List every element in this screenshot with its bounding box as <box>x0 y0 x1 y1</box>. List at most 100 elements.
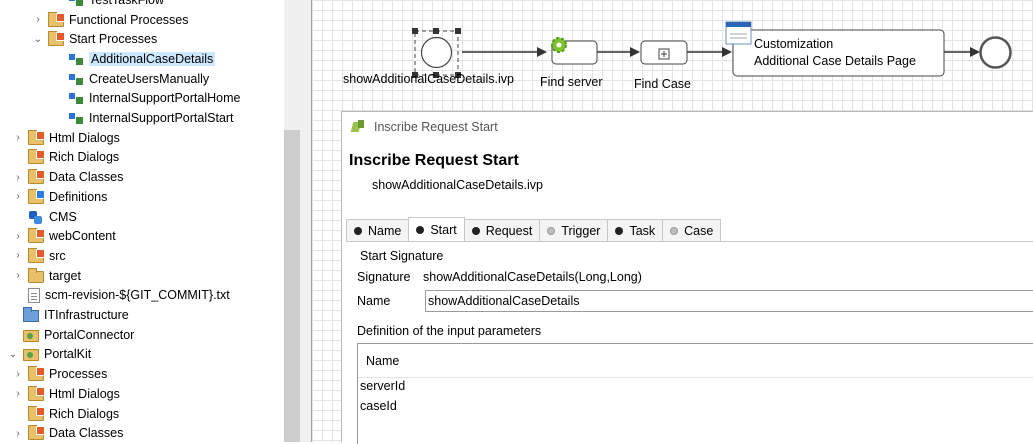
tree-item-label: Html Dialogs <box>49 386 120 401</box>
name-label: Name <box>357 294 391 308</box>
dialog-tabs: Name Start Request Trigger Task Case <box>346 217 722 241</box>
expand-chevron-icon[interactable]: ⌄ <box>7 348 19 360</box>
tab-request[interactable]: Request <box>463 219 541 241</box>
folder-icon <box>28 267 44 283</box>
tab-trigger[interactable]: Trigger <box>539 219 609 241</box>
tree-item[interactable]: › Functional Processes <box>32 10 189 30</box>
folder-icon <box>28 149 45 165</box>
table-row[interactable]: caseId <box>360 399 397 413</box>
tab-label: Name <box>368 223 402 238</box>
tree-item-label: webContent <box>49 229 116 244</box>
folder-icon <box>28 247 45 263</box>
expand-chevron-icon[interactable]: › <box>12 427 24 439</box>
tree-item[interactable]: ⌄ Start Processes <box>32 29 157 49</box>
expand-chevron-icon[interactable]: › <box>32 14 44 26</box>
name-input[interactable] <box>425 290 1033 312</box>
tree-item-label: target <box>49 268 81 283</box>
tab-case[interactable]: Case <box>662 219 722 241</box>
tree-item-label: scm-revision-${GIT_COMMIT}.txt <box>45 288 230 303</box>
start-event[interactable] <box>420 36 453 69</box>
folder-icon <box>28 228 45 244</box>
tree-item[interactable]: › Data Classes <box>12 167 123 187</box>
tab-start[interactable]: Start <box>408 217 465 241</box>
tree-item[interactable]: › target <box>12 266 81 286</box>
tree-item[interactable]: Rich Dialogs <box>12 148 119 168</box>
expand-chevron-icon[interactable]: › <box>12 191 24 203</box>
table-row[interactable]: serverId <box>360 379 405 393</box>
tree-scrollbar[interactable] <box>284 0 300 442</box>
tree-item[interactable]: AdditionalCaseDetails <box>52 49 216 69</box>
tree-item[interactable]: InternalSupportPortalHome <box>52 89 240 109</box>
tree-item-label: TestTaskFlow <box>89 0 164 7</box>
tree-item[interactable]: CMS <box>12 207 77 227</box>
expand-chevron-icon[interactable]: ⌄ <box>32 33 44 45</box>
html-page-icon-bar <box>726 22 751 27</box>
tree-item[interactable]: TestTaskFlow <box>52 0 164 10</box>
tree-item-label: Data Classes <box>49 426 124 441</box>
tree-item-label: InternalSupportPortalHome <box>89 91 241 106</box>
tree-item[interactable]: › src <box>12 246 66 266</box>
tree-item[interactable]: › webContent <box>12 226 116 246</box>
tree-scrollbar-thumb[interactable] <box>284 130 300 442</box>
expand-chevron-icon[interactable]: › <box>12 132 24 144</box>
tree-item-label: PortalKit <box>44 347 92 362</box>
expand-chevron-icon[interactable]: › <box>12 368 24 380</box>
expand-chevron-icon[interactable]: › <box>12 250 24 262</box>
expand-chevron-icon[interactable]: › <box>12 270 24 282</box>
flow-arrowhead <box>537 47 547 57</box>
tree-item-label: src <box>49 248 66 263</box>
dialog-titlebar[interactable]: Inscribe Request Start <box>342 112 1033 142</box>
tree-item[interactable]: › Definitions <box>12 187 107 207</box>
tab-status-dot-icon <box>615 226 624 235</box>
folder-icon <box>48 11 65 27</box>
folder-icon <box>28 188 45 204</box>
folder-icon <box>28 425 45 441</box>
tree-item[interactable]: › Html Dialogs <box>12 128 120 148</box>
tree-item[interactable]: › Html Dialogs <box>12 384 120 404</box>
folder-icon <box>28 385 45 401</box>
tree-item[interactable]: InternalSupportPortalStart <box>52 108 234 128</box>
params-header-name[interactable]: Name <box>366 354 399 368</box>
panel-divider[interactable] <box>300 0 312 442</box>
flow-arrowhead <box>630 47 640 57</box>
expand-chevron-icon[interactable]: › <box>12 171 24 183</box>
tree-item[interactable]: › Processes <box>12 364 107 384</box>
selection-handle[interactable] <box>433 28 439 34</box>
selection-handle[interactable] <box>455 28 461 34</box>
tree-item-label: Rich Dialogs <box>49 150 120 165</box>
start-signature-group-title: Start Signature <box>360 249 444 263</box>
folder-icon <box>28 405 45 421</box>
tree-item-label: Start Processes <box>69 32 158 47</box>
start-tab-panel: Start Signature Signature showAdditional… <box>346 241 1033 444</box>
tree-item[interactable]: CreateUsersManually <box>52 69 209 89</box>
tree-item[interactable]: ⌄ PortalKit <box>7 345 91 365</box>
folder-icon <box>28 169 45 185</box>
end-event[interactable] <box>979 36 1012 69</box>
tab-name[interactable]: Name <box>346 219 410 241</box>
tab-status-dot-icon <box>547 226 556 235</box>
tab-label: Trigger <box>561 223 601 238</box>
process-icon <box>68 71 84 87</box>
flow-arrowhead <box>970 47 980 57</box>
tree-item[interactable]: ITInfrastructure <box>7 305 129 325</box>
tree-item[interactable]: Rich Dialogs <box>12 404 119 424</box>
tree-item-label: CMS <box>49 209 77 224</box>
process-icon <box>68 110 84 126</box>
tab-task[interactable]: Task <box>607 219 664 241</box>
ivy-app-icon <box>352 120 366 134</box>
tree-item[interactable]: PortalConnector <box>7 325 134 345</box>
tree-item[interactable]: › Data Classes <box>12 423 123 442</box>
selection-handle[interactable] <box>412 28 418 34</box>
project-icon <box>23 307 39 323</box>
tree-item-label: Definitions <box>49 189 108 204</box>
tab-label: Request <box>485 223 533 238</box>
expand-chevron-icon[interactable]: › <box>12 388 24 400</box>
expand-chevron-icon[interactable]: › <box>12 230 24 242</box>
tree-item[interactable]: scm-revision-${GIT_COMMIT}.txt <box>12 286 230 306</box>
tree-item-label: PortalConnector <box>44 327 135 342</box>
params-table[interactable]: Name serverId caseId <box>357 343 1033 444</box>
